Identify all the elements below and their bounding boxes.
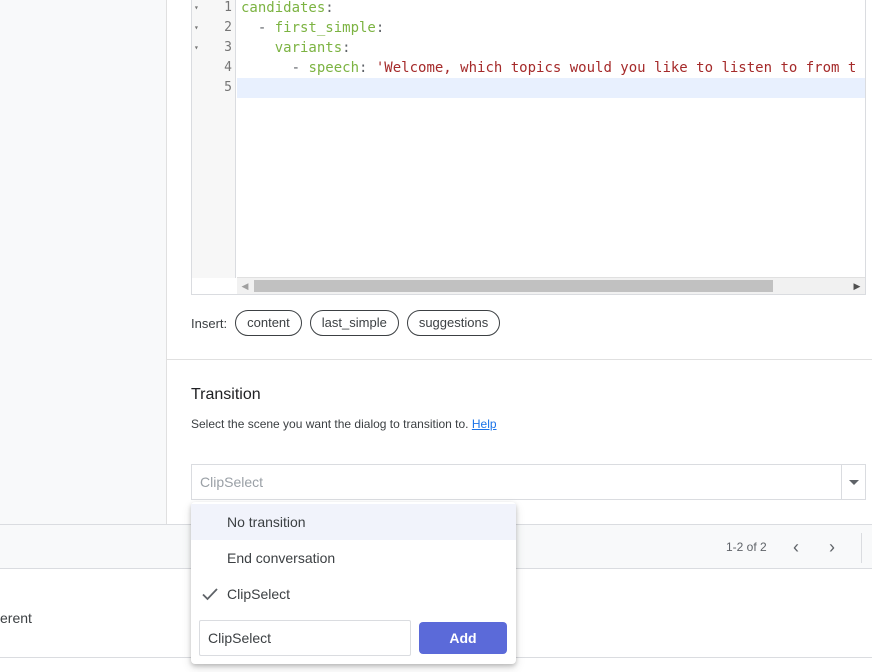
- scrollbar-thumb[interactable]: [254, 280, 773, 292]
- transition-select-value: ClipSelect: [200, 474, 264, 490]
- code-line: candidates:: [241, 0, 334, 16]
- fold-arrow-icon[interactable]: ▾: [194, 38, 199, 58]
- chevron-right-icon[interactable]: ›: [822, 537, 842, 557]
- gutter-line: ▾ 3: [192, 38, 236, 58]
- gutter-line: ▾ 2: [192, 18, 236, 38]
- code-area[interactable]: candidates: - first_simple: variants: - …: [237, 0, 865, 278]
- yaml-key: candidates: [241, 0, 326, 16]
- code-line-active: [237, 78, 865, 98]
- insert-chip-suggestions[interactable]: suggestions: [406, 310, 501, 336]
- help-link[interactable]: Help: [472, 417, 497, 431]
- transition-dropdown-menu: No transition End conversation ClipSelec…: [191, 502, 516, 664]
- gutter-line: 5: [192, 78, 236, 98]
- yaml-key: variants: [274, 40, 343, 56]
- code-line: - speech: 'Welcome, which topics would y…: [291, 60, 857, 76]
- transition-title: Transition: [191, 386, 261, 403]
- line-number: 4: [224, 60, 232, 75]
- gutter-line: 4: [192, 58, 236, 78]
- yaml-code-editor[interactable]: ▾ 1 ▾ 2 ▾ 3 4 5 candidates: - first_simp…: [191, 0, 866, 295]
- yaml-string-value: 'Welcome, which topics would you like to…: [375, 60, 857, 76]
- check-icon: [202, 588, 218, 601]
- chevron-left-icon[interactable]: ‹: [786, 537, 806, 557]
- insert-label: Insert:: [191, 315, 228, 331]
- pagination-range: 1-2 of 2: [726, 540, 767, 554]
- menu-item-end-conversation[interactable]: End conversation: [191, 540, 516, 576]
- yaml-key: first_simple: [274, 20, 376, 36]
- gutter-line: ▾ 1: [192, 0, 236, 18]
- transition-description: Select the scene you want the dialog to …: [191, 417, 497, 431]
- line-number: 5: [224, 80, 232, 95]
- scroll-left-icon[interactable]: ◀: [237, 278, 253, 294]
- insert-chip-last-simple[interactable]: last_simple: [309, 310, 399, 336]
- menu-item-label: ClipSelect: [227, 586, 291, 602]
- insert-chip-content[interactable]: content: [235, 310, 302, 336]
- footer-divider: [861, 533, 862, 563]
- menu-item-no-transition[interactable]: No transition: [191, 504, 516, 540]
- code-line: - first_simple:: [257, 20, 385, 36]
- new-scene-input[interactable]: [199, 620, 411, 656]
- line-number: 2: [224, 20, 232, 35]
- left-panel: [0, 0, 167, 524]
- list-item-text: erent: [0, 610, 32, 626]
- yaml-key: speech: [308, 60, 360, 76]
- dropdown-arrow-icon[interactable]: [841, 465, 865, 499]
- add-button[interactable]: Add: [419, 622, 507, 654]
- scroll-right-icon[interactable]: ▶: [849, 278, 865, 294]
- line-number: 3: [224, 40, 232, 55]
- fold-arrow-icon[interactable]: ▾: [194, 18, 199, 38]
- section-divider: [167, 359, 872, 360]
- horizontal-scrollbar[interactable]: ◀ ▶: [237, 277, 865, 294]
- menu-item-clipselect[interactable]: ClipSelect: [191, 576, 516, 612]
- insert-row: Insert: content last_simple suggestions: [191, 310, 501, 336]
- transition-select[interactable]: ClipSelect: [191, 464, 866, 500]
- line-number: 1: [224, 0, 232, 15]
- fold-arrow-icon[interactable]: ▾: [194, 0, 199, 18]
- code-line: variants:: [274, 40, 351, 56]
- editor-gutter: ▾ 1 ▾ 2 ▾ 3 4 5: [192, 0, 236, 278]
